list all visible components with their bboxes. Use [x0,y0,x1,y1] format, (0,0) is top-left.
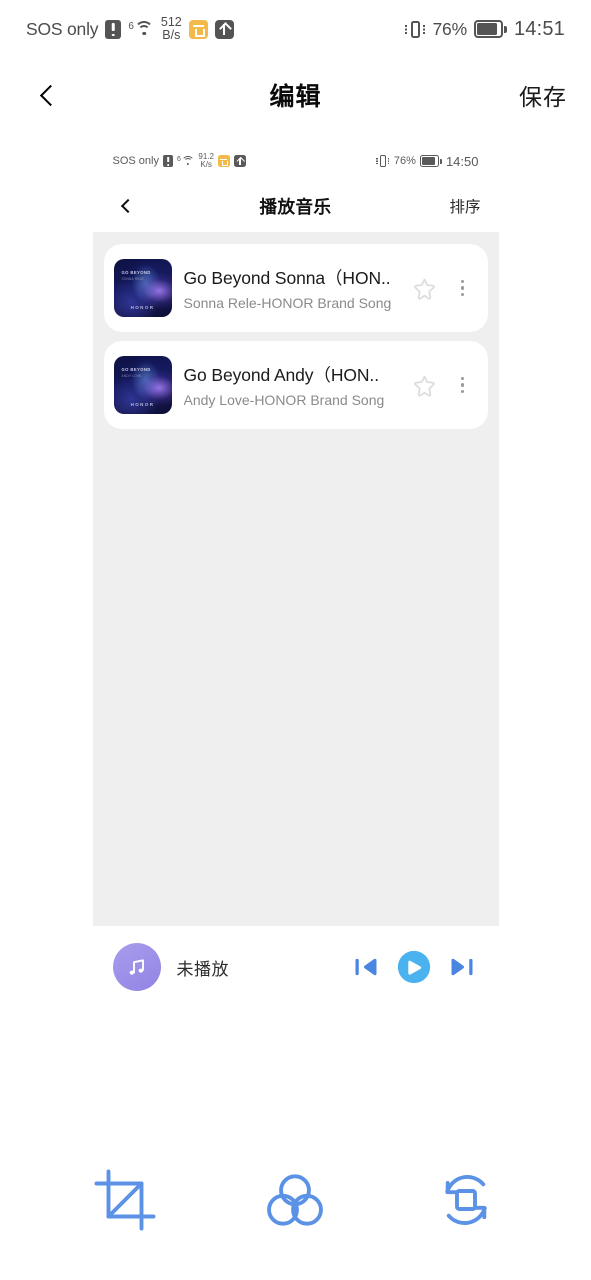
preview-status-bar-left: SOS only 6 91.2 K/s [112,152,246,170]
rotate-tool-button[interactable] [423,1157,509,1243]
preview-page-title: 播放音乐 [259,196,332,217]
preview-status-bar: SOS only 6 91.2 K/s 76% 14:50 [93,142,499,180]
wifi-icon [181,155,195,167]
preview-sort-button: 排序 [449,199,481,216]
preview-wifi-group: 6 [176,155,195,167]
mini-player: 未播放 [92,926,499,1008]
status-bar: SOS only 6 512 B/s 76% 14:51 [0,0,591,58]
play-circle-icon [397,950,430,984]
image-canvas[interactable]: SOS only 6 91.2 K/s 76% 14:50 播放音乐 排序 GO… [0,132,591,1120]
album-art-title: GO BEYOND [121,270,151,275]
song-artist: Andy Love-HONOR Brand Song [183,392,385,408]
song-meta: Go Beyond Andy（HON.. Andy Love-HONOR Bra… [184,362,398,408]
preview-network-speed-unit: K/s [200,160,212,169]
preview-back-button [111,190,143,222]
favorite-button [410,273,440,303]
app-bar: 编辑 保存 [0,58,591,132]
list-item: GO BEYOND SONNA RELE HONOR Go Beyond Son… [103,244,488,332]
status-bar-left: SOS only 6 512 B/s [26,16,234,42]
crop-icon [94,1169,156,1231]
screenshot-preview: SOS only 6 91.2 K/s 76% 14:50 播放音乐 排序 GO… [92,142,499,1008]
editor-screen: SOS only 6 512 B/s 76% 14:51 编辑 保存 SOS o… [0,0,591,1280]
crop-tool-button[interactable] [82,1157,168,1243]
album-art: GO BEYOND SONNA RELE HONOR [113,259,172,317]
favorite-button [410,370,440,400]
preview-app-bar: 播放音乐 排序 [93,180,499,232]
network-gen-label: 6 [128,21,134,32]
song-title: Go Beyond Sonna（HON.. [183,268,391,288]
preview-clock-label: 14:50 [445,153,479,169]
skip-previous-icon [355,958,376,976]
color-filter-icon [267,1174,324,1226]
song-title: Go Beyond Andy（HON.. [183,365,380,385]
more-vertical-icon [452,370,474,400]
chevron-left-icon [39,84,62,106]
wifi-group: 6 [128,21,154,37]
clock-label: 14:51 [513,17,565,40]
album-art: GO BEYOND ANDY LOVE HONOR [113,356,172,414]
network-speed: 512 B/s [161,16,182,42]
network-speed-unit: B/s [162,28,181,42]
vibrate-icon [376,154,390,168]
chevron-left-icon [120,198,136,214]
now-playing-thumb [112,943,161,991]
battery-icon [473,20,507,38]
album-art-brand: HONOR [130,305,155,310]
music-note-icon [129,959,144,975]
list-item: GO BEYOND ANDY LOVE HONOR Go Beyond Andy… [103,341,488,429]
preview-carrier-label: SOS only [112,155,159,167]
upload-badge-icon [214,19,234,39]
next-button [447,952,477,982]
album-art-title: GO BEYOND [121,367,151,372]
carrier-label: SOS only [26,18,99,39]
more-vertical-icon [452,273,474,303]
preview-battery-percent-label: 76% [393,155,416,167]
song-list: GO BEYOND SONNA RELE HONOR Go Beyond Son… [92,232,499,926]
player-controls [351,948,477,986]
wifi-icon [134,21,154,37]
song-meta: Go Beyond Sonna（HON.. Sonna Rele-HONOR B… [184,265,398,311]
alert-icon [162,154,173,168]
skip-next-icon [451,958,472,976]
back-button[interactable] [24,71,72,119]
filter-tool-button[interactable] [252,1157,338,1243]
preview-network-speed: 91.2 K/s [198,152,214,170]
sync-badge-icon [188,19,208,39]
battery-icon [419,155,442,167]
status-bar-right: 76% 14:51 [404,18,566,41]
alert-icon [105,19,122,39]
page-title: 编辑 [269,83,322,111]
star-outline-icon [414,278,435,300]
song-artist: Sonna Rele-HONOR Brand Song [183,295,392,311]
battery-percent-label: 76% [432,18,468,39]
star-outline-icon [414,375,435,397]
sync-badge-icon [217,155,230,167]
rotate-resize-icon [445,1174,487,1226]
preview-status-bar-right: 76% 14:50 [376,154,479,169]
now-playing-label: 未播放 [176,959,229,979]
preview-network-gen-label: 6 [176,155,181,163]
previous-button [351,952,381,982]
edit-toolbar [0,1120,591,1280]
album-art-subtitle: SONNA RELE [121,276,144,281]
save-button[interactable]: 保存 [519,78,567,112]
album-art-subtitle: ANDY LOVE [121,373,142,378]
upload-badge-icon [233,155,246,167]
vibrate-icon [404,19,426,40]
album-art-brand: HONOR [130,402,155,407]
play-button [395,948,433,986]
